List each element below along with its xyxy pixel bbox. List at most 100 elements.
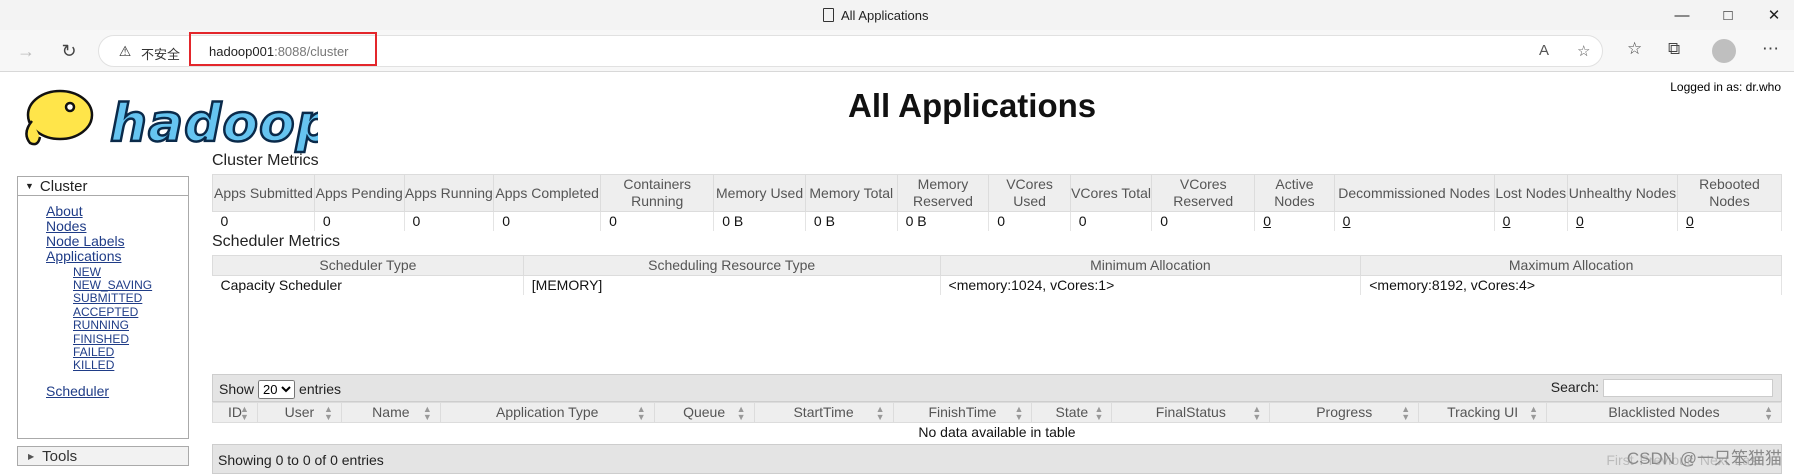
apps-table-footer: Showing 0 to 0 of 0 entries First Previo…: [212, 444, 1782, 474]
close-button[interactable]: ✕: [1754, 4, 1794, 28]
state-link-new-saving[interactable]: NEW_SAVING: [73, 278, 152, 292]
unhealthy-nodes-link[interactable]: 0: [1576, 213, 1584, 229]
refresh-icon[interactable]: ↻: [57, 39, 81, 63]
state-link-failed[interactable]: FAILED: [73, 345, 114, 359]
cluster-metrics-title: Cluster Metrics: [212, 152, 319, 169]
search-input[interactable]: [1603, 379, 1773, 398]
decommissioned-nodes-cell: 0: [1334, 211, 1495, 231]
col-start-time[interactable]: StartTime ▲ ▼: [753, 402, 894, 423]
favorites-icon[interactable]: ☆: [1627, 39, 1642, 59]
decommissioned-nodes-link[interactable]: 0: [1343, 213, 1351, 229]
cm-header: Apps Completed: [493, 174, 602, 212]
state-link-new[interactable]: NEW: [73, 265, 101, 279]
sort-icon: ▲ ▼: [1401, 404, 1411, 422]
col-finish-time[interactable]: FinishTime ▲ ▼: [892, 402, 1033, 423]
sort-icon: ▲ ▼: [1764, 404, 1773, 422]
col-user[interactable]: User ▲ ▼: [256, 402, 342, 423]
forward-icon[interactable]: →: [14, 39, 38, 63]
sidebar-link-about[interactable]: About: [46, 203, 83, 219]
col-label: FinishTime: [928, 404, 997, 420]
state-link-accepted[interactable]: ACCEPTED: [73, 305, 138, 319]
state-link-running[interactable]: RUNNING: [73, 318, 129, 332]
empty-message: No data available in table: [918, 424, 1076, 441]
cm-value: 0: [404, 211, 495, 231]
url-text[interactable]: hadoop001:8088/cluster: [209, 44, 349, 59]
sidebar-link-applications[interactable]: Applications: [46, 248, 122, 264]
sort-icon: ▲ ▼: [1252, 404, 1262, 422]
cm-header: Lost Nodes: [1493, 174, 1568, 212]
cm-value: 0: [493, 211, 602, 231]
cm-header: Memory Total: [804, 174, 898, 212]
cm-header: Memory Used: [713, 174, 806, 212]
cm-value: 0: [1151, 211, 1256, 231]
rebooted-nodes-link[interactable]: 0: [1686, 213, 1694, 229]
logged-in-text: Logged in as: dr.who: [1670, 80, 1781, 94]
cluster-label: Cluster: [39, 178, 88, 195]
col-progress[interactable]: Progress ▲ ▼: [1269, 402, 1420, 423]
col-id[interactable]: ID ▲ ▼: [212, 402, 258, 423]
insecure-label[interactable]: 不安全: [141, 44, 180, 63]
active-nodes-link[interactable]: 0: [1263, 213, 1271, 229]
profile-avatar[interactable]: [1712, 39, 1736, 63]
triangle-down-icon: ▼: [25, 181, 34, 191]
sort-icon: ▲ ▼: [636, 404, 646, 422]
state-link-submitted[interactable]: SUBMITTED: [73, 291, 142, 305]
read-aloud-icon[interactable]: A: [1539, 42, 1549, 59]
sidebar-link-scheduler[interactable]: Scheduler: [46, 383, 109, 399]
tools-label: Tools: [42, 448, 78, 465]
cluster-metrics-header-row: Apps Submitted Apps Pending Apps Running…: [212, 174, 1783, 212]
page-title: All Applications: [848, 87, 1097, 124]
apps-table-toolbar: Show 20 entries Search:: [212, 374, 1782, 402]
col-application-type[interactable]: Application Type ▲ ▼: [439, 402, 655, 423]
sort-icon: ▲ ▼: [422, 404, 432, 422]
cm-header: Decommissioned Nodes: [1333, 174, 1495, 212]
cm-header: Unhealthy Nodes: [1566, 174, 1678, 212]
state-link-finished[interactable]: FINISHED: [73, 332, 129, 346]
sidebar-link-node-labels[interactable]: Node Labels: [46, 233, 125, 249]
col-label: Application Type: [495, 404, 599, 420]
cm-header: VCores Total: [1069, 174, 1153, 212]
cm-header: Apps Pending: [313, 174, 405, 212]
lost-nodes-link[interactable]: 0: [1503, 213, 1511, 229]
sm-value: <memory:1024, vCores:1>: [940, 275, 1362, 295]
sort-icon: ▲ ▼: [323, 404, 333, 422]
svg-text:hadoop: hadoop: [110, 94, 318, 154]
tools-toggle[interactable]: ▶ Tools: [17, 446, 189, 466]
entries-info: Showing 0 to 0 of 0 entries: [218, 452, 384, 468]
address-bar[interactable]: ⚠ 不安全 hadoop001:8088/cluster A ☆: [98, 32, 1603, 67]
collections-icon[interactable]: ⧉: [1668, 39, 1680, 59]
maximize-button[interactable]: □: [1708, 4, 1748, 28]
unhealthy-nodes-cell: 0: [1567, 211, 1678, 231]
page-size-select[interactable]: 20: [258, 380, 296, 399]
sidebar-link-nodes[interactable]: Nodes: [46, 218, 86, 234]
col-final-status[interactable]: FinalStatus ▲ ▼: [1111, 402, 1271, 423]
col-state[interactable]: State ▲ ▼: [1031, 402, 1113, 423]
cluster-toggle[interactable]: ▼ Cluster: [18, 177, 188, 196]
add-favorite-icon[interactable]: ☆: [1577, 42, 1590, 60]
more-menu-icon[interactable]: ⋯: [1762, 39, 1779, 59]
cm-header: Apps Running: [403, 174, 495, 212]
applications-table: ID ▲ ▼ User ▲ ▼ Name ▲ ▼ Application Type ▲ ▼ Qu…: [212, 402, 1782, 442]
scheduler-metrics-header-row: Scheduler Type Scheduling Resource Type …: [212, 255, 1782, 276]
url-host: hadoop001: [209, 44, 275, 59]
col-label: State: [1055, 404, 1089, 420]
col-label: StartTime: [793, 404, 854, 420]
cluster-metrics-value-row: 0 0 0 0 0 0 B 0 B 0 B 0 0 0 0 0 0 0 0: [212, 211, 1783, 231]
col-tracking-ui[interactable]: Tracking UI ▲ ▼: [1418, 402, 1548, 423]
col-name[interactable]: Name ▲ ▼: [340, 402, 441, 423]
sort-icon: ▲ ▼: [875, 404, 885, 422]
cluster-metrics-table: Apps Submitted Apps Pending Apps Running…: [212, 174, 1783, 231]
minimize-button[interactable]: —: [1662, 4, 1702, 28]
col-label: Progress: [1316, 404, 1373, 420]
url-path: :8088/cluster: [274, 44, 349, 59]
warning-icon[interactable]: ⚠: [117, 43, 133, 59]
cm-header: Containers Running: [600, 174, 715, 212]
cm-header: Rebooted Nodes: [1676, 174, 1783, 212]
state-link-killed[interactable]: KILLED: [73, 358, 114, 372]
cm-value: 0: [1070, 211, 1153, 231]
watermark: CSDN @一只笨猫猫: [1626, 449, 1782, 468]
col-blacklisted-nodes[interactable]: Blacklisted Nodes ▲ ▼: [1546, 402, 1782, 423]
col-queue[interactable]: Queue ▲ ▼: [653, 402, 755, 423]
col-label: User: [284, 404, 315, 420]
window-title-text: All Applications: [841, 8, 929, 23]
